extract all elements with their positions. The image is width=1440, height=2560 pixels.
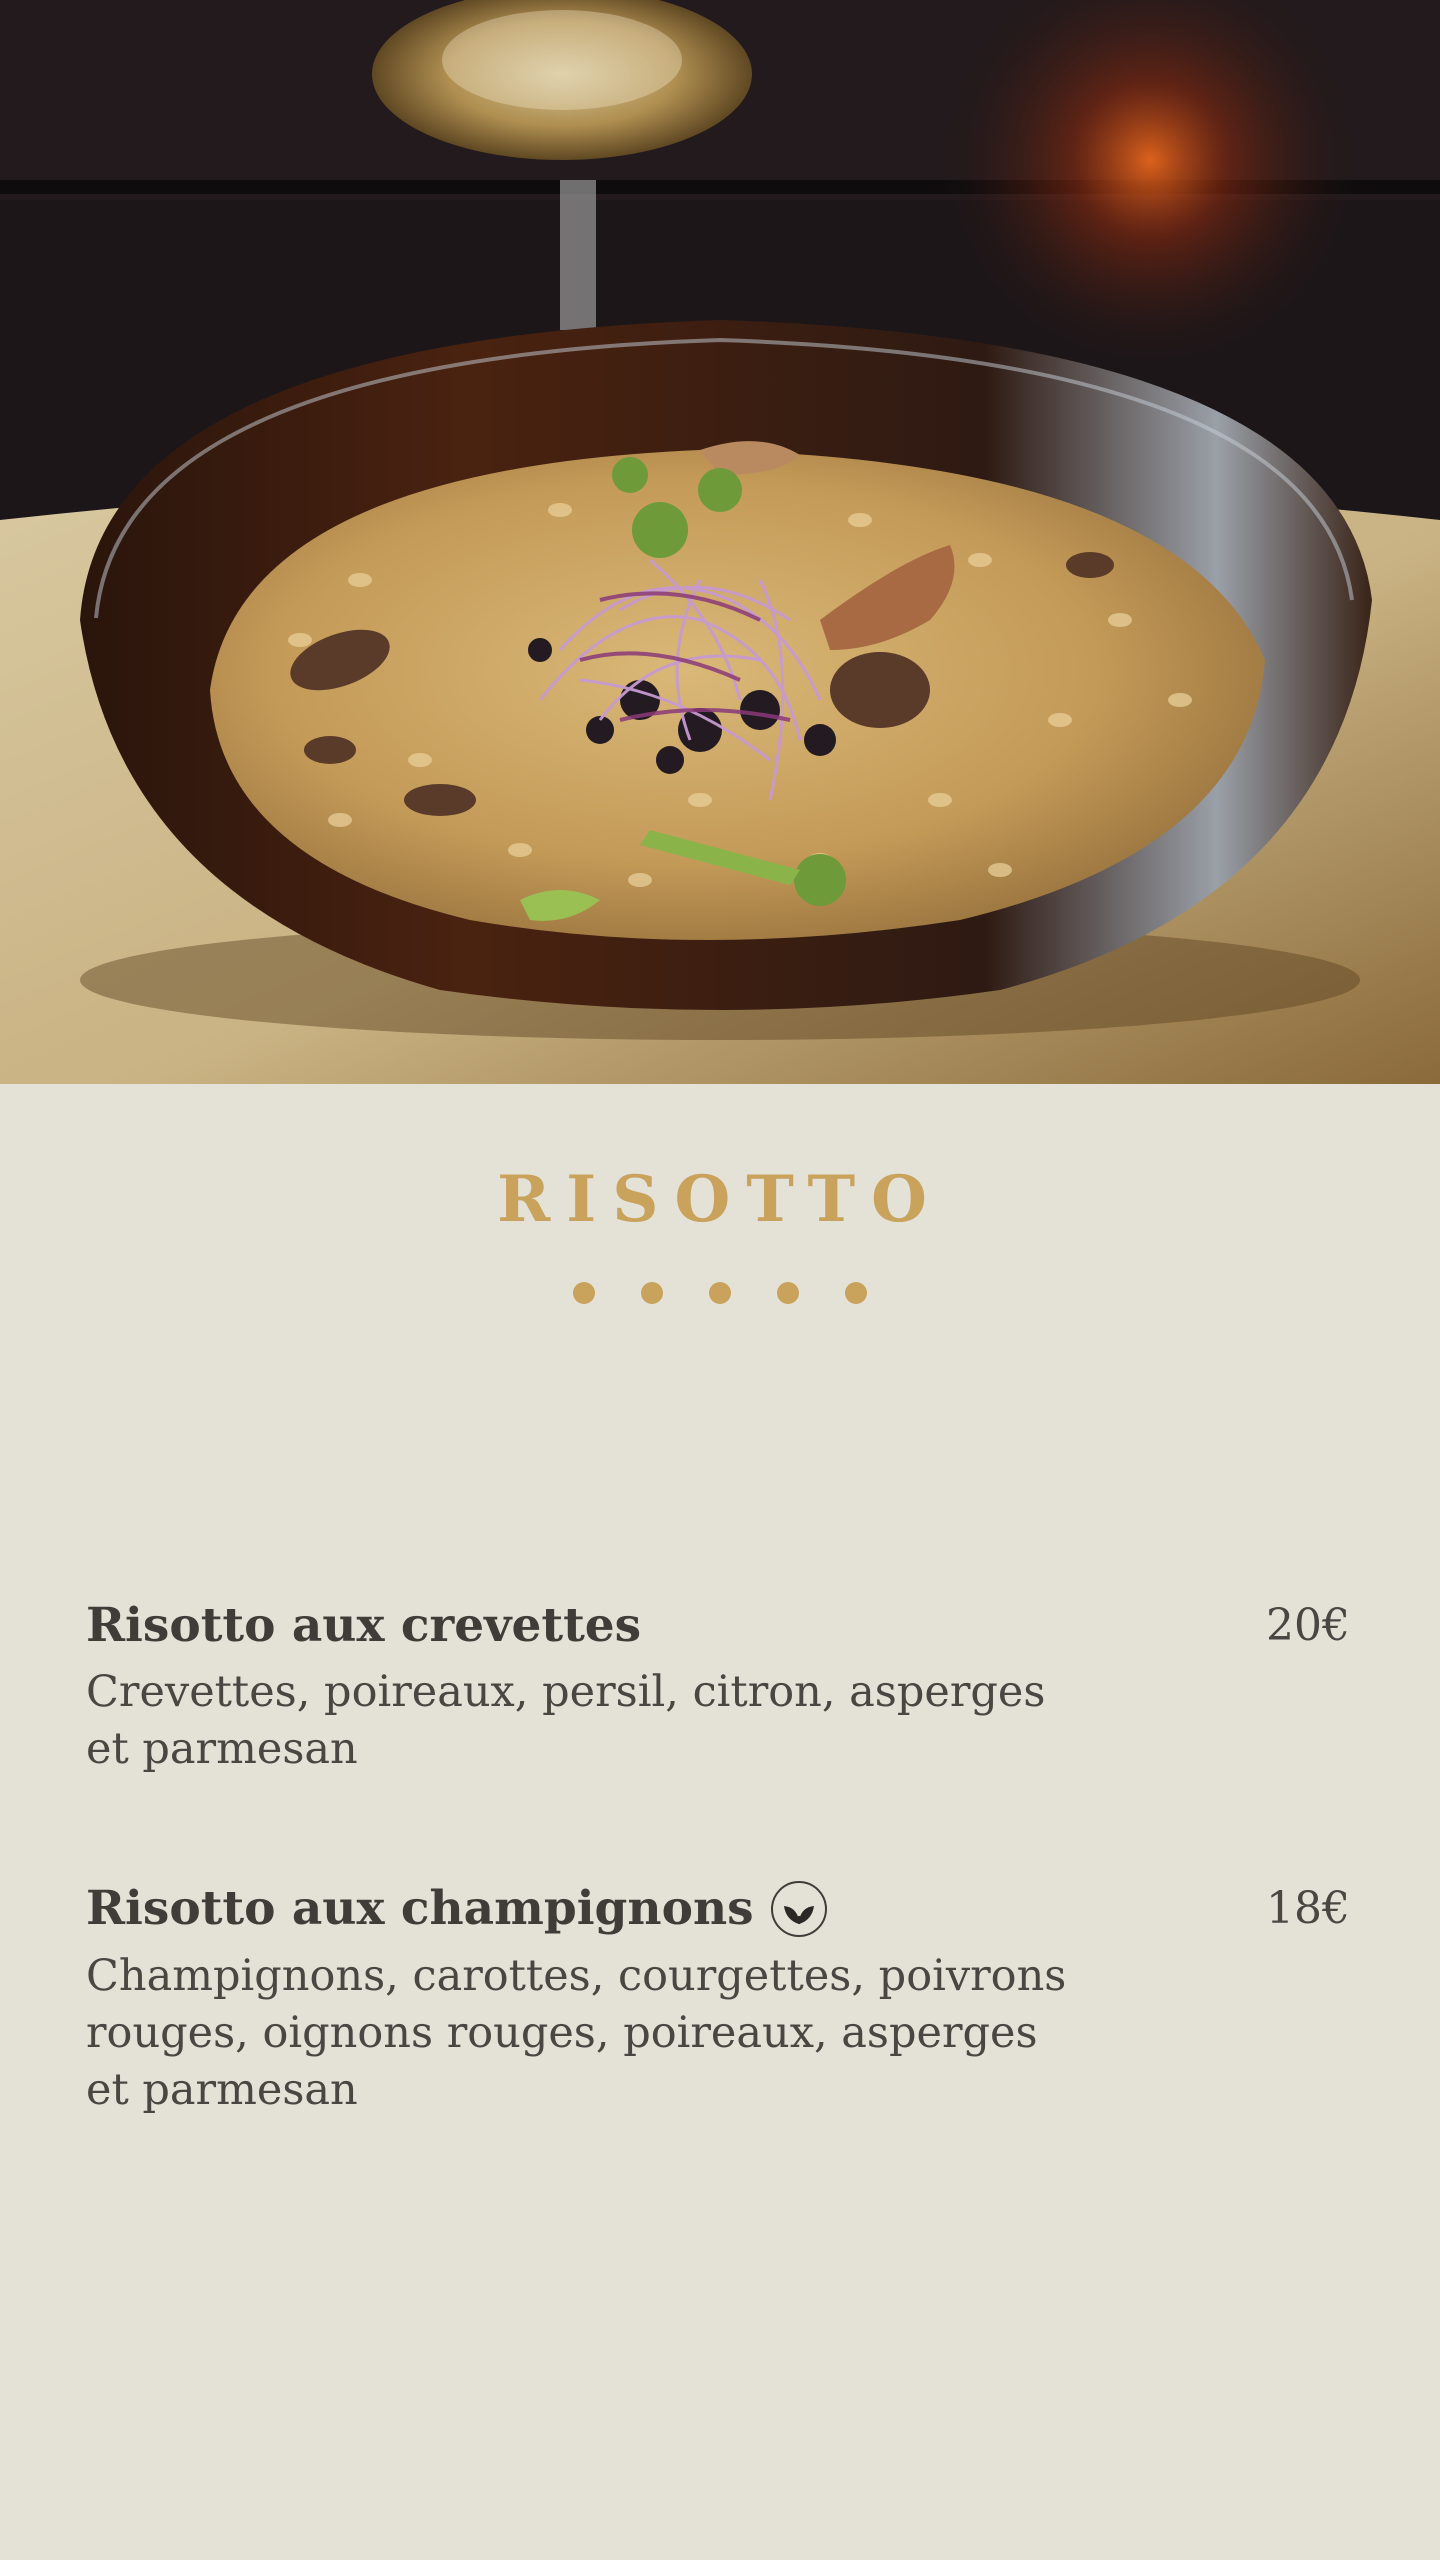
title-divider <box>0 1282 1440 1304</box>
divider-dot <box>709 1282 731 1304</box>
leaf-icon <box>770 1880 828 1938</box>
menu-item: Risotto aux champignons 18€ Champignons,… <box>86 1880 1350 2119</box>
item-name: Risotto aux champignons <box>86 1880 754 1936</box>
menu-item: Risotto aux crevettes 20€ Crevettes, poi… <box>86 1598 1350 1778</box>
item-description: Champignons, carottes, courgettes, poivr… <box>86 1951 1067 2115</box>
risotto-bowl-photo <box>0 0 1440 1084</box>
divider-dot <box>777 1282 799 1304</box>
item-description: Crevettes, poireaux, persil, citron, asp… <box>86 1667 1046 1775</box>
item-name: Risotto aux crevettes <box>86 1598 642 1653</box>
item-price: 18€ <box>1266 1882 1350 1934</box>
hero-photo <box>0 0 1440 1084</box>
divider-dot <box>845 1282 867 1304</box>
item-price: 20€ <box>1266 1599 1350 1651</box>
divider-dot <box>573 1282 595 1304</box>
divider-dot <box>641 1282 663 1304</box>
section-title: RISOTTO <box>497 1162 943 1237</box>
